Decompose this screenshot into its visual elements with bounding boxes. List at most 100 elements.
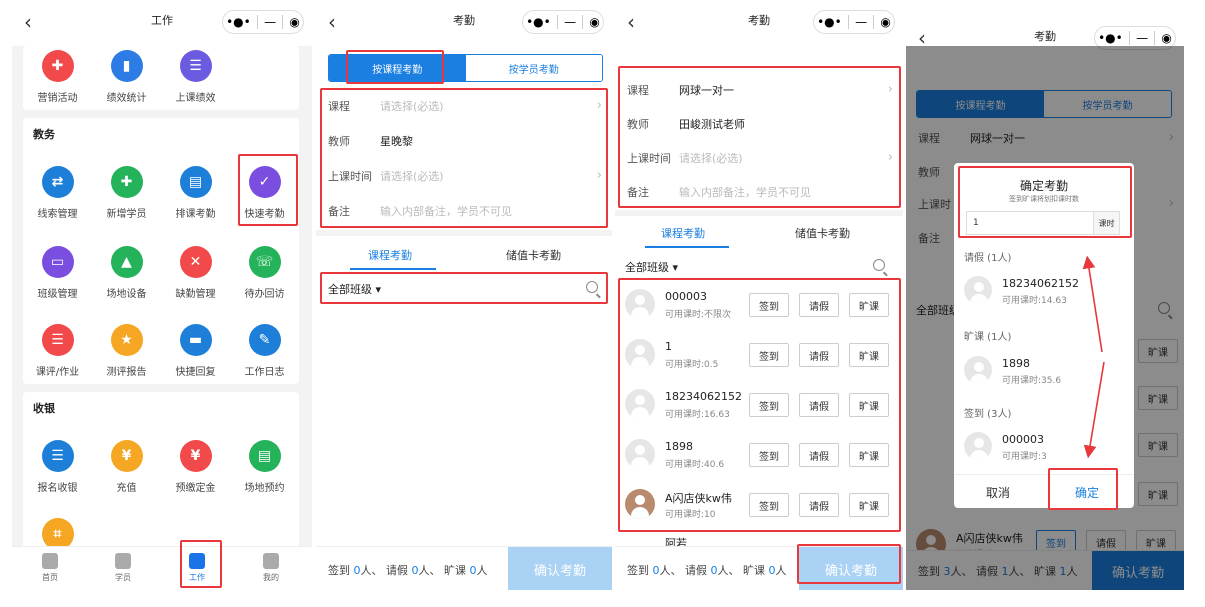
course-field[interactable]: 课程 网球一对一 › (615, 72, 903, 107)
teacher-field[interactable]: 教师 田峻测试老师 (615, 106, 903, 141)
hours-input[interactable]: 1 课时 (966, 211, 1120, 235)
close-circle-icon[interactable]: ◉ (289, 15, 299, 29)
tab-work[interactable]: 工作 (167, 553, 227, 583)
minimize-icon[interactable]: — (1136, 31, 1148, 45)
sign-in-button[interactable]: 签到 (749, 393, 789, 417)
tab-stored-card-attendance[interactable]: 储值卡考勤 (795, 225, 850, 241)
tab-stored-card-attendance[interactable]: 储值卡考勤 (506, 247, 561, 263)
tab-by-student[interactable]: 按学员考勤 (465, 55, 602, 81)
minimize-icon[interactable]: — (855, 15, 867, 29)
tab-course-attendance[interactable]: 课程考勤 (661, 225, 705, 241)
grid-item-enroll-cashier[interactable]: ☰ 报名收银 (23, 440, 92, 494)
minimize-icon[interactable]: — (564, 15, 576, 29)
leave-button[interactable]: 请假 (799, 343, 839, 367)
absent-button[interactable]: 旷课 (849, 493, 889, 517)
grid-item-venue[interactable]: ▲ 场地设备 (92, 246, 161, 300)
tab-underline (350, 268, 436, 270)
attendance-mode-toggle: 按课程考勤 按学员考勤 (328, 54, 603, 82)
leave-button[interactable]: 请假 (799, 443, 839, 467)
group-header-leave: 请假 (1人) (964, 253, 1012, 264)
link-icon: ⇄ (41, 166, 74, 198)
remark-field[interactable]: 备注 输入内部备注，学员不可见 (316, 193, 612, 228)
class-filter-dropdown[interactable]: 全部班级 ▾ (625, 259, 678, 275)
tab-students[interactable]: 学员 (93, 553, 153, 583)
leave-button[interactable]: 请假 (799, 493, 839, 517)
leave-button[interactable]: 请假 (799, 293, 839, 317)
grid-item-venue-booking[interactable]: ▤ 场地预约 (230, 440, 299, 494)
grid-item-add-student[interactable]: ✚ 新增学员 (92, 166, 161, 220)
grid-item-absence[interactable]: ✕ 缺勤管理 (161, 246, 230, 300)
more-icon[interactable]: •●• (526, 15, 551, 29)
grid-item-class-management[interactable]: ▭ 班级管理 (23, 246, 92, 300)
more-icon[interactable]: •●• (817, 15, 842, 29)
avatar (625, 489, 655, 519)
grid-item-deposit[interactable]: ¥ 预缴定金 (161, 440, 230, 494)
grid-item-followup[interactable]: ☏ 待办回访 (230, 246, 299, 300)
sign-in-button[interactable]: 签到 (749, 493, 789, 517)
list-icon: ☰ (41, 440, 74, 472)
avatar (625, 389, 655, 419)
avatar (964, 432, 992, 460)
cancel-button[interactable]: 取消 (986, 484, 1010, 501)
group-header-sign: 签到 (3人) (964, 409, 1012, 420)
attendance-panel-filled: ‹ 考勤 •●• — ◉ 课程 网球一对一 › 教师 田峻测试老师 上课时间 请选择(必选)… (615, 0, 903, 590)
grid-item-schedule-attendance[interactable]: ▤ 排课考勤 (161, 166, 230, 220)
class-time-field[interactable]: 上课时间 请选择(必选) › (316, 158, 612, 193)
close-circle-icon[interactable]: ◉ (589, 15, 599, 29)
clipboard-icon: ☰ (179, 50, 212, 82)
phone-icon: ☏ (248, 246, 281, 278)
grid-item-leads[interactable]: ⇄ 线索管理 (23, 166, 92, 220)
grid-item-marketing[interactable]: ✚ 营销活动 (23, 50, 92, 104)
ok-button[interactable]: 确定 (1075, 484, 1099, 501)
tab-me[interactable]: 我的 (241, 553, 301, 583)
sign-in-button[interactable]: 签到 (749, 343, 789, 367)
close-circle-icon[interactable]: ◉ (880, 15, 890, 29)
grid-item-recharge[interactable]: ¥ 充值 (92, 440, 161, 494)
dialog-title: 确定考勤 (1019, 179, 1068, 193)
mini-program-capsule[interactable]: •●• — ◉ (813, 10, 895, 34)
grid-item-assessment[interactable]: ★ 测评报告 (92, 324, 161, 378)
list-icon: ☰ (41, 324, 74, 356)
sign-in-button[interactable]: 签到 (749, 293, 789, 317)
sign-in-button[interactable]: 签到 (749, 443, 789, 467)
message-icon: ▬ (179, 324, 212, 356)
grid-item-quick-attendance[interactable]: ✓ 快速考勤 (230, 166, 299, 220)
close-circle-icon[interactable]: ◉ (1161, 31, 1171, 45)
search-icon[interactable] (873, 259, 885, 271)
teacher-field[interactable]: 教师 星晚黎 (316, 123, 612, 158)
student-row: 1 可用课时:0.5 签到 请假 旷课 (615, 330, 903, 380)
tab-course-attendance[interactable]: 课程考勤 (368, 247, 412, 263)
absent-button[interactable]: 旷课 (849, 393, 889, 417)
mini-program-capsule[interactable]: •●• — ◉ (222, 10, 304, 34)
home-icon (42, 553, 58, 569)
avatar (625, 439, 655, 469)
leave-button[interactable]: 请假 (799, 393, 839, 417)
minimize-icon[interactable]: — (264, 15, 276, 29)
tab-home[interactable]: 首页 (20, 553, 80, 583)
absent-button[interactable]: 旷课 (849, 343, 889, 367)
absent-button[interactable]: 旷课 (849, 443, 889, 467)
grid-item-work-log[interactable]: ✎ 工作日志 (230, 324, 299, 378)
list-item: 1898 可用课时:35.6 (954, 349, 1134, 393)
dialog-footer: 取消 确定 (954, 474, 1134, 508)
search-icon[interactable] (586, 281, 598, 293)
grid-item-performance[interactable]: ▮ 绩效统计 (92, 50, 161, 104)
grid-item-homework[interactable]: ☰ 课评/作业 (23, 324, 92, 378)
absent-button[interactable]: 旷课 (849, 293, 889, 317)
more-icon[interactable]: •●• (226, 15, 251, 29)
mini-program-capsule[interactable]: •●• — ◉ (522, 10, 604, 34)
report-icon: ★ (110, 324, 143, 356)
tab-by-course[interactable]: 按课程考勤 (329, 55, 466, 81)
academic-section: 教务 ⇄ 线索管理 ✚ 新增学员 ▤ 排课考勤 ✓ 快速考勤 ▭ 班级管理 ▲ 场地设备 ✕… (23, 118, 299, 384)
course-field[interactable]: 课程 请选择(必选) › (316, 88, 612, 123)
remark-field[interactable]: 备注 输入内部备注，学员不可见 (615, 174, 903, 209)
class-time-field[interactable]: 上课时间 请选择(必选) › (615, 140, 903, 175)
grid-item-class-performance[interactable]: ☰ 上课绩效 (161, 50, 230, 104)
grid-item-quick-reply[interactable]: ▬ 快捷回复 (161, 324, 230, 378)
class-filter-dropdown[interactable]: 全部班级 ▾ (328, 281, 381, 297)
more-icon[interactable]: •●• (1098, 31, 1123, 45)
bar-chart-icon: ▮ (110, 50, 143, 82)
confirm-attendance-button[interactable]: 确认考勤 (799, 547, 903, 590)
calendar-icon: ▤ (179, 166, 212, 198)
confirm-attendance-button[interactable]: 确认考勤 (508, 547, 612, 590)
